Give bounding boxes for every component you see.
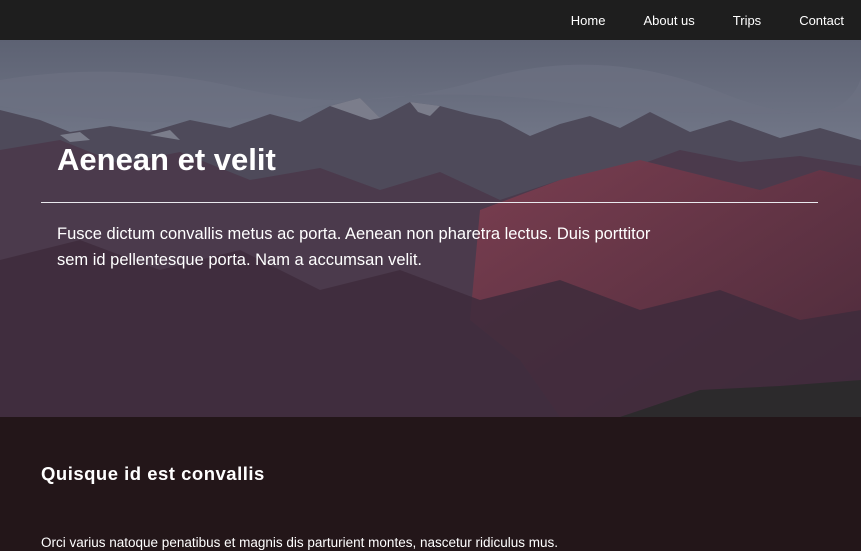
hero-description: Fusce dictum convallis metus ac porta. A… — [57, 225, 651, 269]
nav-link-about-us[interactable]: About us — [643, 14, 694, 27]
nav-link-contact[interactable]: Contact — [799, 14, 844, 27]
nav-link-home[interactable]: Home — [571, 14, 606, 27]
section-heading: Quisque id est convallis — [41, 463, 265, 484]
hero-title: Aenean et velit — [57, 142, 276, 177]
nav-link-trips[interactable]: Trips — [733, 14, 761, 27]
content-section: Quisque id est convallis Orci varius nat… — [0, 417, 861, 550]
section-paragraph: Orci varius natoque penatibus et magnis … — [41, 535, 559, 550]
nav-links: Home About us Trips Contact — [571, 0, 844, 40]
hero-divider — [41, 202, 818, 203]
top-navbar: Home About us Trips Contact — [0, 0, 861, 40]
hero-banner: Aenean et velit Fusce dictum convallis m… — [0, 40, 861, 417]
